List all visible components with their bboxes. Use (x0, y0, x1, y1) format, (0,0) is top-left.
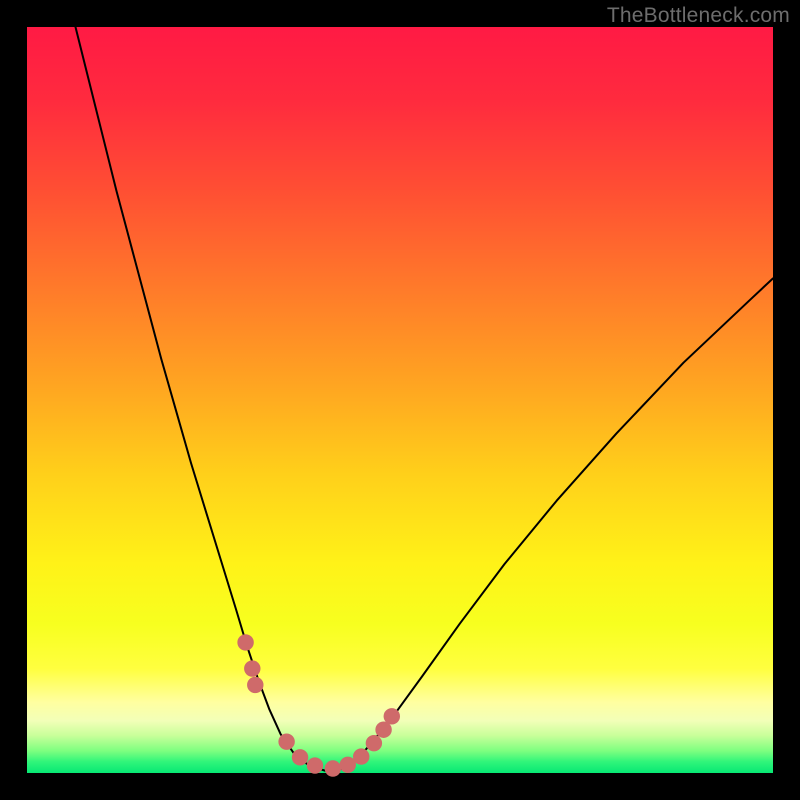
watermark-text: TheBottleneck.com (607, 4, 790, 28)
plot-svg (0, 0, 800, 800)
marker-dot (278, 733, 294, 749)
marker-dot (244, 660, 260, 676)
marker-dot (384, 708, 400, 724)
marker-dot (307, 757, 323, 773)
marker-dot (325, 760, 341, 776)
marker-dot (353, 748, 369, 764)
outer-frame: TheBottleneck.com (0, 0, 800, 800)
marker-dot (292, 749, 308, 765)
marker-dot (237, 634, 253, 650)
marker-dot (366, 735, 382, 751)
marker-dot (247, 677, 263, 693)
gradient-background (27, 27, 773, 773)
